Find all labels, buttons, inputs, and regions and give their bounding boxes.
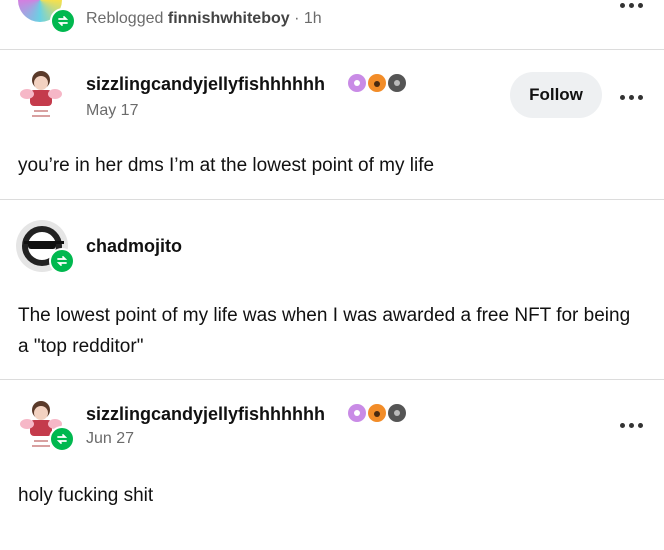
username[interactable]: sizzlingcandyjellyfishhhhhh	[86, 74, 325, 95]
grey-badge-icon	[388, 74, 406, 92]
post-item: chadmojito The lowest point of my life w…	[0, 200, 664, 380]
username[interactable]: chadmojito	[86, 236, 182, 257]
reblogged-from-link[interactable]: finnishwhiteboy	[168, 10, 290, 27]
user-badges	[348, 404, 406, 422]
more-options-icon[interactable]	[618, 92, 644, 102]
post-item: sizzlingcandyjellyfishhhhhh Jun 27 holy …	[0, 380, 664, 550]
post-date: May 17	[86, 102, 139, 119]
purple-badge-icon	[348, 404, 366, 422]
reblog-icon	[49, 248, 75, 274]
purple-badge-icon	[348, 74, 366, 92]
post-date: Jun 27	[86, 430, 135, 447]
follow-button[interactable]: Follow	[510, 72, 602, 118]
more-options-icon[interactable]	[618, 0, 644, 10]
post-item: sizzlingcandyjellyfishhhhhh May 17 Follo…	[0, 50, 664, 200]
reblog-icon	[49, 426, 75, 452]
top-post: Reblogged finnishwhiteboy · 1h	[0, 0, 664, 50]
post-text: The lowest point of my life was when I w…	[18, 305, 631, 357]
post-text: holy fucking shit	[18, 485, 154, 506]
post-text: you’re in her dms I’m at the lowest poin…	[18, 155, 435, 176]
grey-badge-icon	[388, 404, 406, 422]
user-badges	[348, 74, 406, 92]
more-options-icon[interactable]	[618, 420, 644, 430]
orange-paw-badge-icon	[368, 74, 386, 92]
avatar[interactable]	[18, 68, 64, 126]
username[interactable]: sizzlingcandyjellyfishhhhhh	[86, 404, 325, 425]
reblog-icon	[50, 8, 76, 34]
orange-paw-badge-icon	[368, 404, 386, 422]
reblog-info: Reblogged finnishwhiteboy · 1h	[86, 10, 322, 27]
